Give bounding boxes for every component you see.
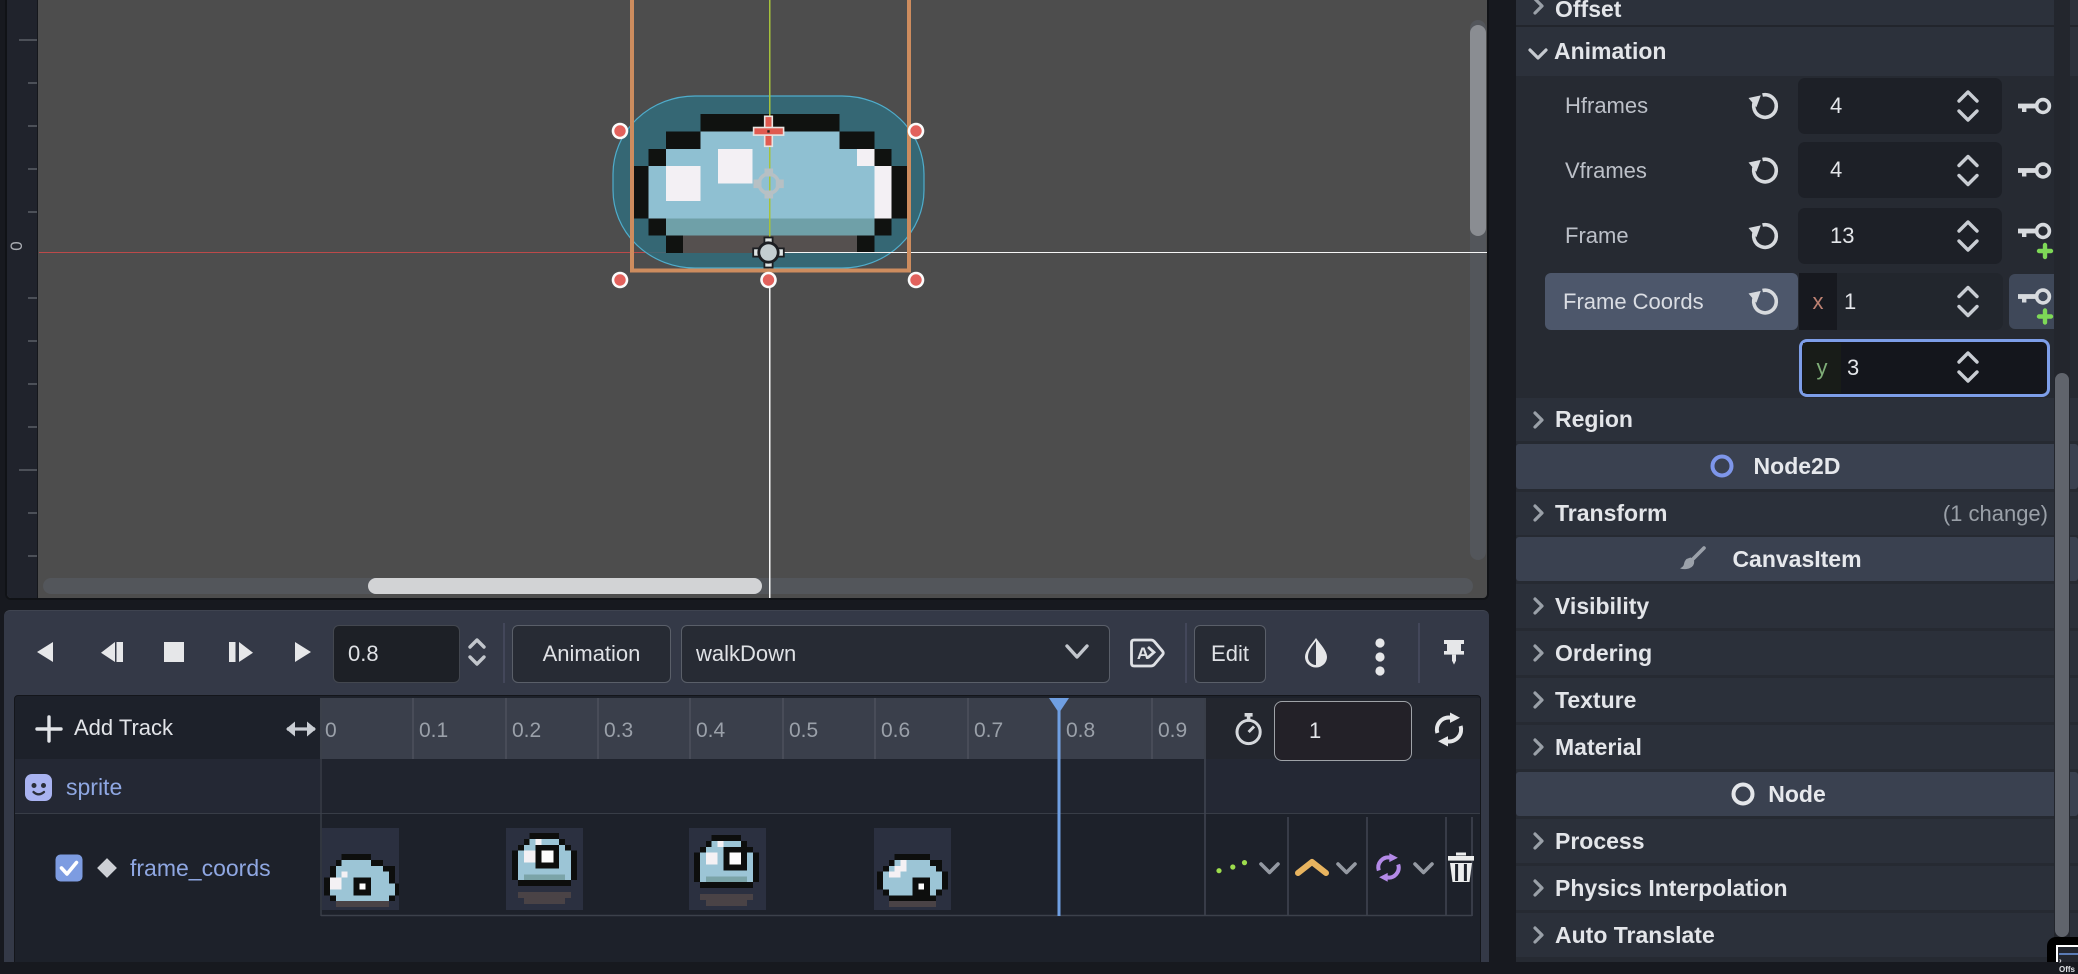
svg-text:0.8: 0.8 <box>1066 719 1095 742</box>
svg-text:0.4: 0.4 <box>696 719 726 742</box>
svg-text:0.2: 0.2 <box>512 719 541 742</box>
svg-text:0.5: 0.5 <box>789 719 818 742</box>
svg-text:0.6: 0.6 <box>881 719 910 742</box>
svg-text:0.9: 0.9 <box>1158 719 1187 742</box>
svg-text:0.3: 0.3 <box>604 719 633 742</box>
svg-text:0.1: 0.1 <box>419 719 448 742</box>
svg-text:A: A <box>1137 644 1149 663</box>
svg-text:0.7: 0.7 <box>974 719 1003 742</box>
svg-text:0: 0 <box>325 719 337 742</box>
